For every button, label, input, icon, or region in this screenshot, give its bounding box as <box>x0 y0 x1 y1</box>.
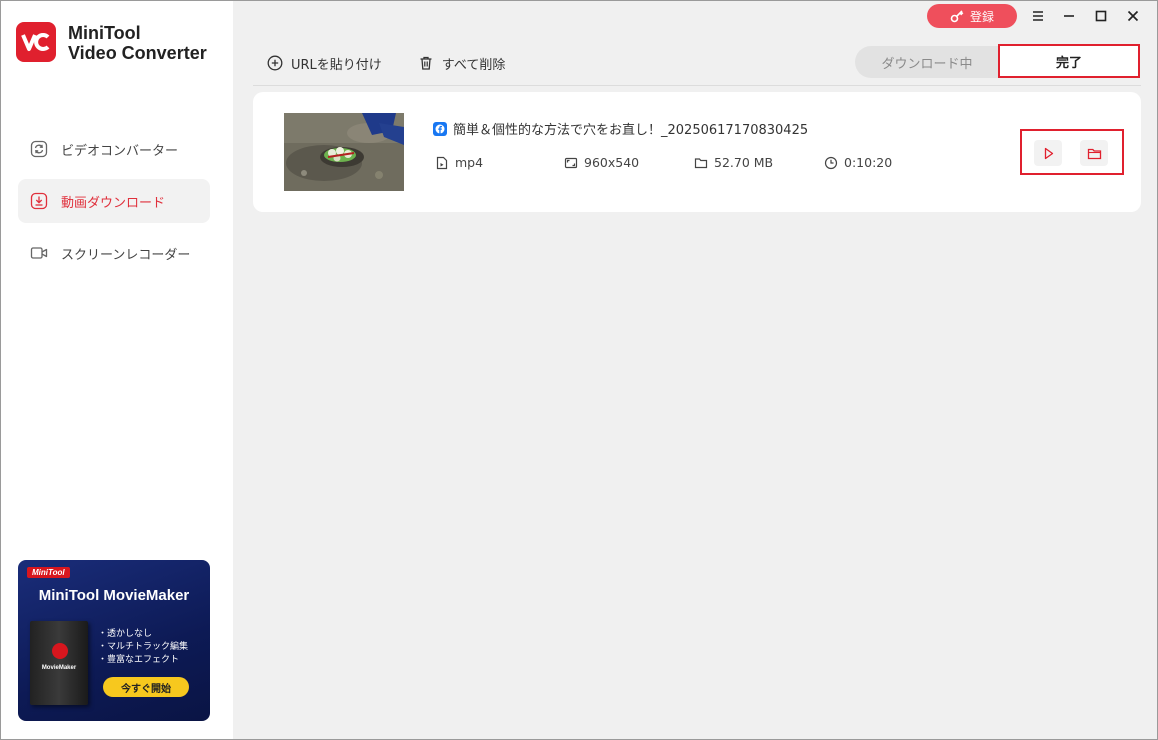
delete-all-button[interactable]: すべて削除 <box>418 54 506 73</box>
video-duration: 0:10:20 <box>824 155 892 170</box>
folder-open-icon <box>1087 148 1101 159</box>
convert-icon <box>30 140 48 158</box>
open-folder-button[interactable] <box>1080 140 1108 166</box>
maximize-icon <box>1095 10 1107 22</box>
video-thumbnail-image <box>284 113 404 191</box>
trash-icon <box>420 56 432 70</box>
video-format: mp4 <box>435 155 483 170</box>
app-name-line2: Video Converter <box>68 43 207 63</box>
duration-value: 0:10:20 <box>844 155 893 170</box>
clock-icon <box>824 156 838 169</box>
moviemaker-logo-icon <box>52 643 68 659</box>
register-button[interactable]: 登録 <box>927 4 1017 28</box>
ad-bullet: ・透かしなし <box>98 629 153 639</box>
minimize-icon <box>1064 15 1074 17</box>
ad-brand-badge: MiniTool <box>27 567 70 578</box>
ad-bullets: ・透かしなし ・マルチトラック編集 ・豊富なエフェクト <box>98 628 188 667</box>
app-name: MiniTool Video Converter <box>68 23 207 63</box>
camera-icon <box>30 244 48 262</box>
sidebar: MiniTool Video Converter ビデオコンバーター 動画ダウン… <box>1 1 233 739</box>
resolution-value: 960x540 <box>584 155 640 170</box>
moviemaker-ad-banner[interactable]: MiniTool MiniTool MovieMaker MovieMaker … <box>18 560 210 721</box>
toolbar-divider <box>253 85 1141 86</box>
app-name-line1: MiniTool <box>68 23 141 43</box>
sidebar-item-video-converter[interactable]: ビデオコンバーター <box>18 127 210 171</box>
tab-downloading[interactable]: ダウンロード中 <box>855 46 999 78</box>
app-logo-icon <box>16 22 56 62</box>
ad-bullet: ・マルチトラック編集 <box>98 642 189 652</box>
sidebar-item-video-download[interactable]: 動画ダウンロード <box>18 179 210 223</box>
product-box-image: MovieMaker <box>30 621 88 705</box>
delete-all-label: すべて削除 <box>441 57 506 73</box>
minimize-button[interactable] <box>1059 6 1079 26</box>
size-value: 52.70 MB <box>714 155 774 170</box>
ad-title: MiniTool MovieMaker <box>38 587 190 604</box>
paste-url-label: URLを貼り付け <box>291 57 382 73</box>
add-circle-icon <box>267 55 283 71</box>
video-thumbnail[interactable] <box>284 113 404 191</box>
sidebar-item-screen-recorder[interactable]: スクリーンレコーダー <box>18 231 210 275</box>
video-title: 簡単＆個性的な方法で穴をお直し！_20250617170830425 <box>453 123 809 138</box>
resolution-icon <box>564 157 578 168</box>
close-button[interactable] <box>1123 6 1143 26</box>
folder-icon <box>694 157 708 168</box>
toolbar: URLを貼り付け すべて削除 <box>253 48 527 78</box>
key-icon <box>950 10 964 23</box>
sidebar-nav: ビデオコンバーター 動画ダウンロード スクリーンレコーダー <box>18 127 210 283</box>
play-icon <box>1044 147 1053 159</box>
ad-box-name: MovieMaker <box>41 665 77 671</box>
file-video-icon <box>436 156 448 169</box>
maximize-button[interactable] <box>1091 6 1111 26</box>
register-label: 登録 <box>969 9 994 24</box>
video-resolution: 960x540 <box>564 155 639 170</box>
video-size: 52.70 MB <box>694 155 773 170</box>
close-icon <box>1127 10 1139 22</box>
sidebar-item-label: スクリーンレコーダー <box>61 247 191 263</box>
facebook-icon <box>433 121 447 136</box>
play-button[interactable] <box>1034 140 1062 166</box>
item-actions <box>1020 129 1124 175</box>
sidebar-item-label: ビデオコンバーター <box>61 143 179 159</box>
download-item-card[interactable]: 簡単＆個性的な方法で穴をお直し！_20250617170830425 mp4 9… <box>253 92 1141 212</box>
sidebar-item-label: 動画ダウンロード <box>61 195 166 211</box>
menu-button[interactable] <box>1028 6 1048 26</box>
ad-start-now-button[interactable]: 今すぐ開始 <box>103 677 189 697</box>
ad-bullet: ・豊富なエフェクト <box>98 655 180 665</box>
download-icon <box>30 192 48 210</box>
paste-url-button[interactable]: URLを貼り付け <box>267 54 382 73</box>
format-value: mp4 <box>455 155 484 170</box>
menu-icon <box>1033 11 1043 21</box>
tab-completed[interactable]: 完了 <box>998 44 1140 78</box>
video-title-row: 簡単＆個性的な方法で穴をお直し！_20250617170830425 <box>433 119 808 138</box>
